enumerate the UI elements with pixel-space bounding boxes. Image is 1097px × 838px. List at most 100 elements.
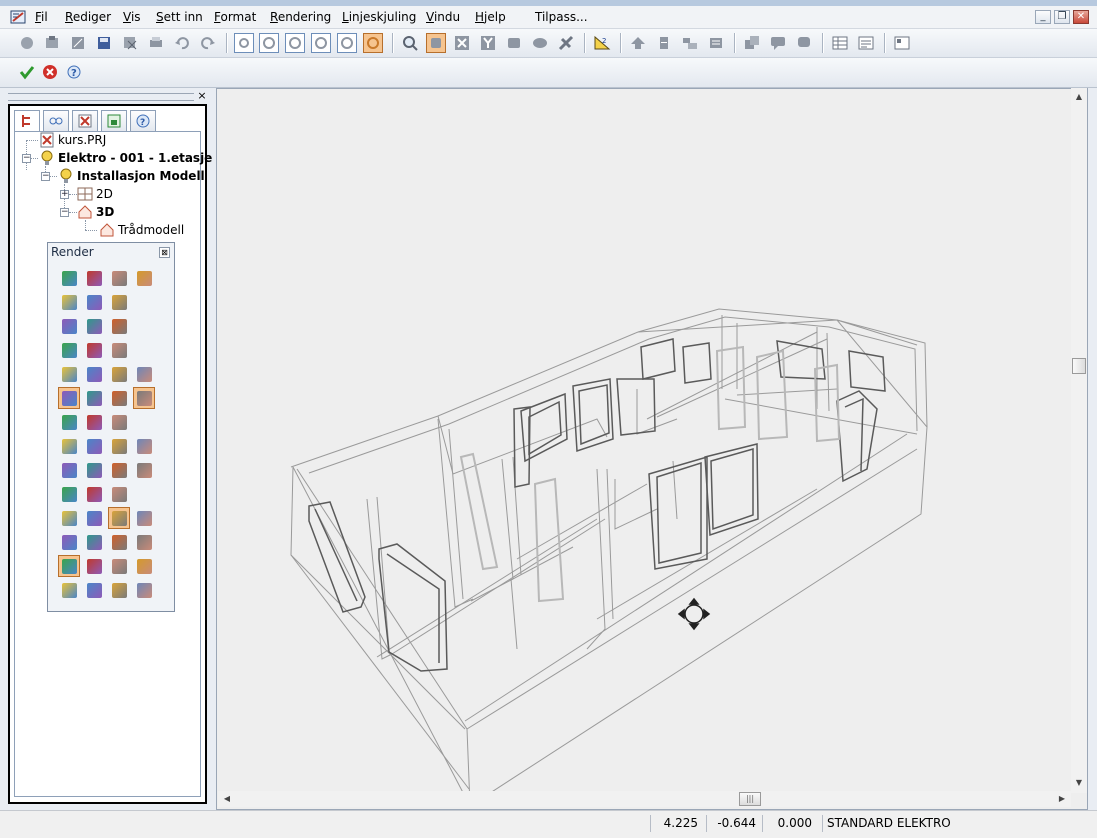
person-icon[interactable] xyxy=(108,531,130,553)
purple-cube-icon[interactable] xyxy=(58,435,80,457)
minimize-button[interactable]: _ xyxy=(1035,10,1051,24)
house-icon[interactable] xyxy=(58,531,80,553)
view-cylinder-icon[interactable] xyxy=(530,33,550,53)
menu-rediger[interactable]: Rediger xyxy=(65,10,111,24)
scroll-up-icon[interactable]: ▲ xyxy=(1072,90,1086,104)
block-icon[interactable] xyxy=(133,363,155,385)
menu-hjelp[interactable]: Hjelp xyxy=(475,10,506,24)
plane-icon[interactable] xyxy=(108,555,130,577)
menu-format[interactable]: Format xyxy=(214,10,256,24)
blocks-icon[interactable] xyxy=(680,33,700,53)
new-icon[interactable] xyxy=(17,33,37,53)
view-box-icon[interactable] xyxy=(504,33,524,53)
scissors-icon[interactable] xyxy=(58,411,80,433)
close-file-icon[interactable] xyxy=(68,33,88,53)
walk-icon[interactable] xyxy=(83,555,105,577)
picture-icon[interactable] xyxy=(83,507,105,529)
orange-cube-icon[interactable] xyxy=(108,435,130,457)
collapse-toggle[interactable]: − xyxy=(60,208,69,217)
restore-button[interactable]: ❐ xyxy=(1054,10,1070,24)
redo-icon[interactable] xyxy=(198,33,218,53)
scroll-right-icon[interactable]: ▶ xyxy=(1055,792,1069,806)
up-arrow-icon[interactable] xyxy=(628,33,648,53)
view-y-icon[interactable] xyxy=(478,33,498,53)
render-cube-icon[interactable] xyxy=(58,387,80,409)
tree-node-drawing[interactable]: Elektro - 001 - 1.etasje xyxy=(39,150,212,166)
sheet-icon[interactable] xyxy=(706,33,726,53)
report-icon[interactable] xyxy=(856,33,876,53)
checker-icon[interactable] xyxy=(83,339,105,361)
menu-fil[interactable]: Fil xyxy=(35,10,48,24)
measure-icon[interactable]: 2 xyxy=(592,33,612,53)
green-box-icon[interactable] xyxy=(133,387,155,409)
zoom-icon[interactable] xyxy=(400,33,420,53)
vertical-scrollbar[interactable]: ▲ ▼ xyxy=(1071,88,1087,793)
bubble-icon[interactable] xyxy=(58,579,80,601)
refresh-icon[interactable] xyxy=(58,555,80,577)
pattern-icon[interactable] xyxy=(83,483,105,505)
sun-icon[interactable] xyxy=(58,291,80,313)
view-sphere-3-icon[interactable] xyxy=(285,33,305,53)
scroll-left-icon[interactable]: ◀ xyxy=(220,792,234,806)
people-icon[interactable] xyxy=(133,531,155,553)
tree-node-3d[interactable]: 3D xyxy=(77,204,114,220)
globe-2-icon[interactable] xyxy=(133,507,155,529)
globe-icon[interactable] xyxy=(58,315,80,337)
tab-help[interactable]: ? xyxy=(130,110,156,132)
brush-icon[interactable] xyxy=(58,459,80,481)
flask-icon[interactable] xyxy=(133,459,155,481)
scissors-2-icon[interactable] xyxy=(83,411,105,433)
view-orbit-icon[interactable] xyxy=(363,33,383,53)
save-icon[interactable] xyxy=(108,579,130,601)
tab-tree[interactable] xyxy=(14,110,40,132)
print-icon[interactable] xyxy=(146,33,166,53)
pink-cube-icon[interactable] xyxy=(83,435,105,457)
collapse-toggle[interactable]: − xyxy=(22,154,31,163)
horizontal-scroll-thumb[interactable]: ||| xyxy=(739,792,761,806)
open-icon[interactable] xyxy=(42,33,62,53)
cross-cube-icon[interactable] xyxy=(83,267,105,289)
scroll-down-icon[interactable]: ▼ xyxy=(1072,776,1086,790)
comment-icon[interactable] xyxy=(768,33,788,53)
paint-icon[interactable] xyxy=(108,339,130,361)
properties-icon[interactable] xyxy=(892,33,912,53)
layer-icon[interactable] xyxy=(654,33,674,53)
tree-node-wireframe[interactable]: Trådmodell xyxy=(99,222,184,238)
delete-icon[interactable] xyxy=(108,411,130,433)
menu-vindu[interactable]: Vindu xyxy=(426,10,460,24)
view-sphere-2-icon[interactable] xyxy=(259,33,279,53)
menu-linjeskjuling[interactable]: Linjeskjuling xyxy=(342,10,416,24)
light-path-icon[interactable] xyxy=(83,363,105,385)
save-as-icon[interactable] xyxy=(120,33,140,53)
undo-icon[interactable] xyxy=(172,33,192,53)
bulb-icon[interactable] xyxy=(108,291,130,313)
crosshair-icon[interactable] xyxy=(58,507,80,529)
tree-node-project[interactable]: kurs.PRJ xyxy=(39,132,106,148)
walkthrough-icon[interactable] xyxy=(556,33,576,53)
navy-cube-icon[interactable] xyxy=(133,435,155,457)
tree-node-model[interactable]: Installasjon Modell xyxy=(58,168,205,184)
3d-viewport[interactable] xyxy=(216,88,1088,810)
shaded-cube-icon[interactable] xyxy=(58,267,80,289)
view-sphere-5-icon[interactable] xyxy=(337,33,357,53)
gear-icon[interactable] xyxy=(133,267,155,289)
record-icon[interactable] xyxy=(83,579,105,601)
callout-icon[interactable] xyxy=(794,33,814,53)
sky-icon[interactable] xyxy=(83,291,105,313)
panel-grip[interactable] xyxy=(8,93,194,101)
expand-toggle[interactable]: + xyxy=(60,190,69,199)
tab-layers[interactable] xyxy=(43,110,69,132)
copy-icon[interactable] xyxy=(742,33,762,53)
tab-symbols[interactable] xyxy=(101,110,127,132)
tree-node-2d[interactable]: 2D xyxy=(77,186,113,202)
collapse-toggle[interactable]: − xyxy=(41,172,50,181)
view-x-icon[interactable] xyxy=(452,33,472,53)
render-palette-close-button[interactable]: ⊠ xyxy=(159,247,170,258)
document-icon[interactable] xyxy=(108,363,130,385)
menu-vis[interactable]: Vis xyxy=(123,10,141,24)
cube-outline-icon[interactable] xyxy=(83,387,105,409)
film-icon[interactable] xyxy=(58,363,80,385)
cancel-icon[interactable] xyxy=(40,62,60,82)
palette-icon[interactable] xyxy=(58,339,80,361)
camera-icon[interactable] xyxy=(108,507,130,529)
